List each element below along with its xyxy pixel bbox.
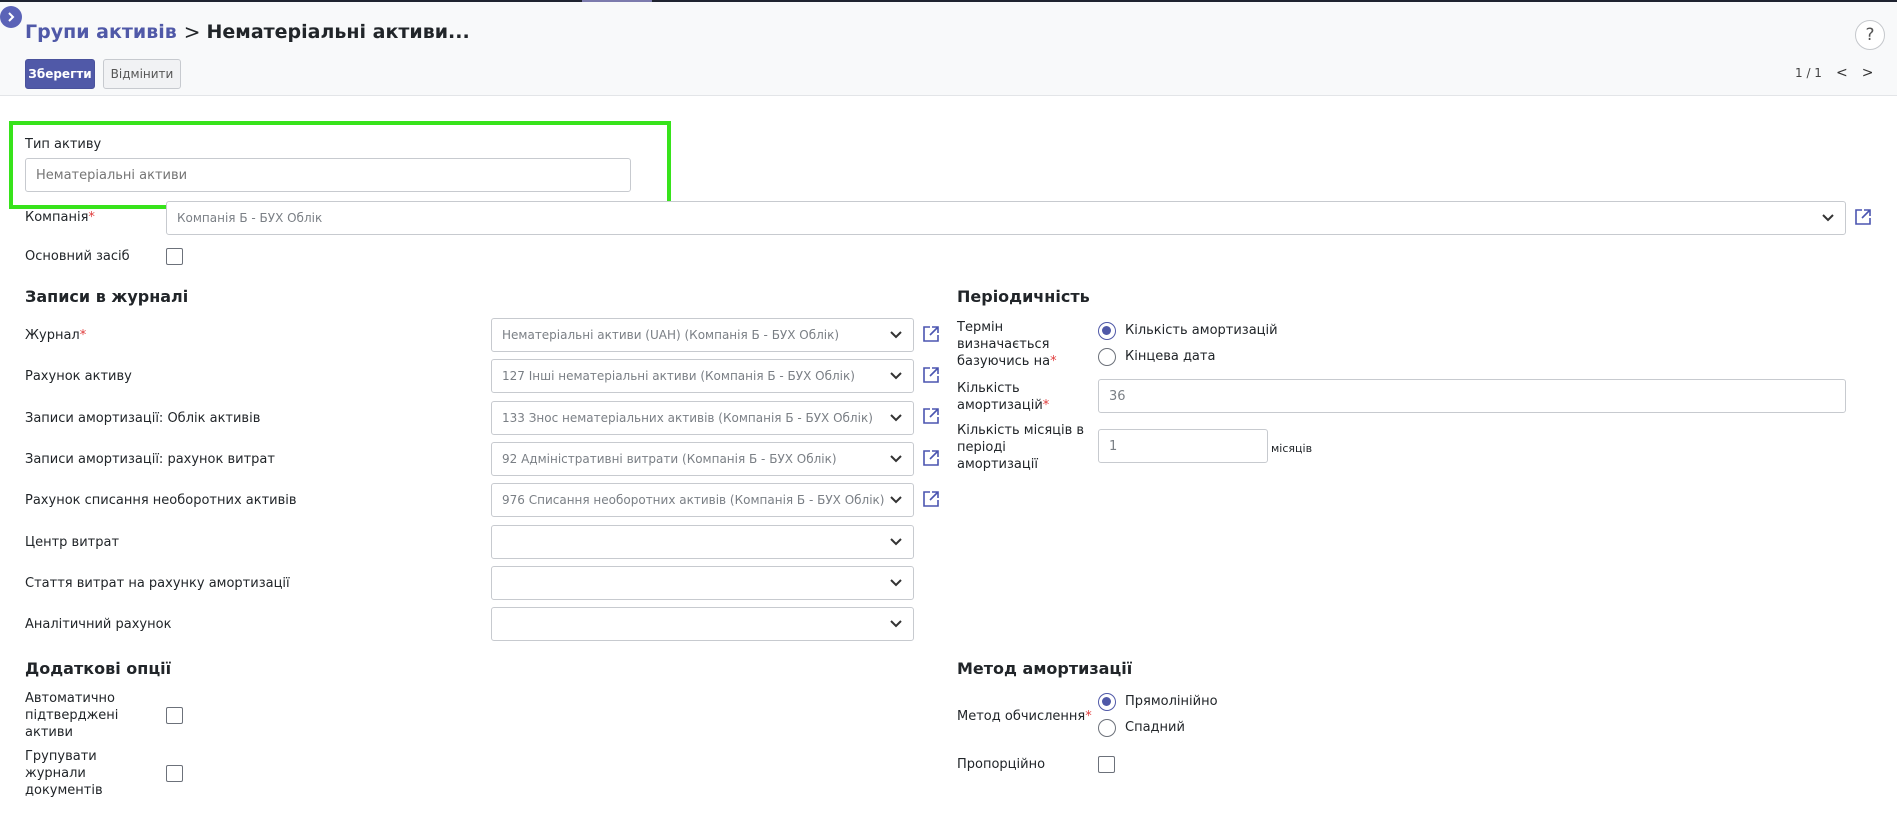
auto-confirm-checkbox[interactable] — [166, 707, 183, 724]
depreciation-asset-account-label: Записи амортизації: Облік активів — [25, 411, 261, 426]
write-off-account-select-value: 976 Списання необоротних активів (Компан… — [502, 493, 885, 507]
asset-account-label: Рахунок активу — [25, 369, 132, 384]
save-button[interactable]: Зберегти — [25, 59, 95, 89]
cost-center-label: Центр витрат — [25, 535, 120, 550]
group-entries-checkbox[interactable] — [166, 765, 183, 782]
company-select[interactable]: Компанія Б - БУХ Облік — [166, 201, 1846, 235]
months-label: Кількість місяців в періоді амортизації — [957, 423, 1085, 472]
depreciation-count-label: Кількість амортизацій* — [957, 380, 1067, 414]
chevron-right-icon[interactable] — [0, 6, 22, 28]
company-label: Компанія* — [25, 209, 95, 226]
required-marker: * — [1050, 354, 1057, 369]
journal-section-title: Записи в журналі — [25, 287, 189, 306]
company-select-value: Компанія Б - БУХ Облік — [177, 211, 323, 225]
radio-end-date-label[interactable]: Кінцева дата — [1125, 349, 1215, 364]
chevron-down-icon — [890, 455, 902, 463]
external-link-icon[interactable] — [922, 407, 940, 425]
journal-select-value: Нематеріальні активи (UAH) (Компанія Б -… — [502, 328, 840, 342]
required-marker: * — [88, 210, 95, 225]
external-link-icon[interactable] — [922, 366, 940, 384]
chevron-down-icon — [890, 496, 902, 504]
chevron-down-icon — [1822, 214, 1834, 222]
expense-item-select[interactable] — [491, 566, 914, 600]
depreciation-asset-account-select-value: 133 Знос нематеріальних активів (Компані… — [502, 411, 873, 425]
external-link-icon[interactable] — [922, 325, 940, 343]
group-entries-label: Групувати журнали документів — [25, 749, 103, 798]
radio-degressive[interactable] — [1098, 719, 1116, 737]
pager-value: 1 / 1 — [1795, 66, 1822, 80]
chevron-down-icon — [890, 620, 902, 628]
external-link-icon[interactable] — [922, 490, 940, 508]
external-link-icon[interactable] — [922, 449, 940, 467]
write-off-account-select[interactable]: 976 Списання необоротних активів (Компан… — [491, 483, 914, 517]
journal-select[interactable]: Нематеріальні активи (UAH) (Компанія Б -… — [491, 318, 914, 352]
asset-type-label: Тип активу — [25, 137, 102, 152]
cost-center-select[interactable] — [491, 525, 914, 559]
fixed-asset-label: Основний засіб — [25, 249, 130, 264]
depreciation-count-input[interactable]: 36 — [1098, 379, 1846, 413]
chevron-down-icon — [890, 538, 902, 546]
depreciation-count-label-text: Кількість амортизацій — [957, 381, 1043, 413]
chevron-down-icon — [890, 331, 902, 339]
periodicity-section-title: Періодичність — [957, 287, 1090, 306]
prorata-checkbox[interactable] — [1098, 756, 1115, 773]
method-section-title: Метод амортизації — [957, 659, 1133, 678]
radio-linear-label[interactable]: Прямолінійно — [1125, 694, 1218, 709]
breadcrumb-current: Нематеріальні активи... — [206, 21, 470, 43]
pager-next-button[interactable]: > — [1862, 65, 1874, 81]
calc-method-label-text: Метод обчислення — [957, 709, 1086, 724]
journal-label-text: Журнал — [25, 328, 80, 343]
months-input[interactable]: 1 — [1098, 429, 1268, 463]
depreciation-asset-account-select[interactable]: 133 Знос нематеріальних активів (Компані… — [491, 401, 914, 435]
pager-prev-button[interactable]: < — [1836, 65, 1848, 81]
fixed-asset-checkbox[interactable] — [166, 248, 183, 265]
pager: 1 / 1 < > — [1795, 65, 1873, 81]
calc-method-label: Метод обчислення* — [957, 708, 1092, 725]
radio-depreciation-count-label[interactable]: Кількість амортизацій — [1125, 323, 1278, 338]
control-panel: Групи активів > Нематеріальні активи... … — [0, 2, 1897, 96]
journal-label: Журнал* — [25, 327, 86, 344]
write-off-account-label: Рахунок списання необоротних активів — [25, 493, 297, 508]
prorata-label: Пропорційно — [957, 757, 1046, 772]
asset-account-select[interactable]: 127 Інші нематеріальні активи (Компанія … — [491, 359, 914, 393]
radio-linear[interactable] — [1098, 693, 1116, 711]
expense-item-label: Стаття витрат на рахунку амортизації — [25, 576, 290, 591]
auto-confirm-label: Автоматично підтверджені активи — [25, 691, 119, 740]
radio-degressive-label[interactable]: Спадний — [1125, 720, 1185, 735]
additional-section-title: Додаткові опції — [25, 659, 172, 678]
analytic-account-select[interactable] — [491, 607, 914, 641]
required-marker: * — [1042, 398, 1050, 413]
help-icon[interactable]: ? — [1855, 20, 1885, 50]
term-label: Термін визначається базуючись на* — [957, 319, 1057, 370]
depreciation-expense-account-select[interactable]: 92 Адміністративні витрати (Компанія Б -… — [491, 442, 914, 476]
breadcrumb-separator: > — [183, 20, 201, 44]
radio-depreciation-count[interactable] — [1098, 322, 1116, 340]
chevron-down-icon — [890, 579, 902, 587]
chevron-down-icon — [890, 414, 902, 422]
months-unit: місяців — [1271, 442, 1313, 455]
breadcrumb: Групи активів > Нематеріальні активи... — [25, 20, 470, 44]
term-label-text: Термін визначається базуючись на — [957, 320, 1051, 369]
depreciation-expense-account-label: Записи амортизації: рахунок витрат — [25, 452, 275, 467]
breadcrumb-parent-link[interactable]: Групи активів — [25, 21, 177, 43]
radio-end-date[interactable] — [1098, 348, 1116, 366]
discard-button[interactable]: Відмінити — [103, 59, 181, 89]
required-marker: * — [1085, 709, 1092, 724]
required-marker: * — [79, 328, 87, 343]
external-link-icon[interactable] — [1854, 208, 1872, 226]
company-label-text: Компанія — [25, 210, 89, 225]
chevron-down-icon — [890, 372, 902, 380]
asset-account-select-value: 127 Інші нематеріальні активи (Компанія … — [502, 369, 855, 383]
asset-type-input[interactable] — [25, 158, 631, 192]
depreciation-expense-account-select-value: 92 Адміністративні витрати (Компанія Б -… — [502, 452, 837, 466]
analytic-account-label: Аналітичний рахунок — [25, 617, 172, 632]
